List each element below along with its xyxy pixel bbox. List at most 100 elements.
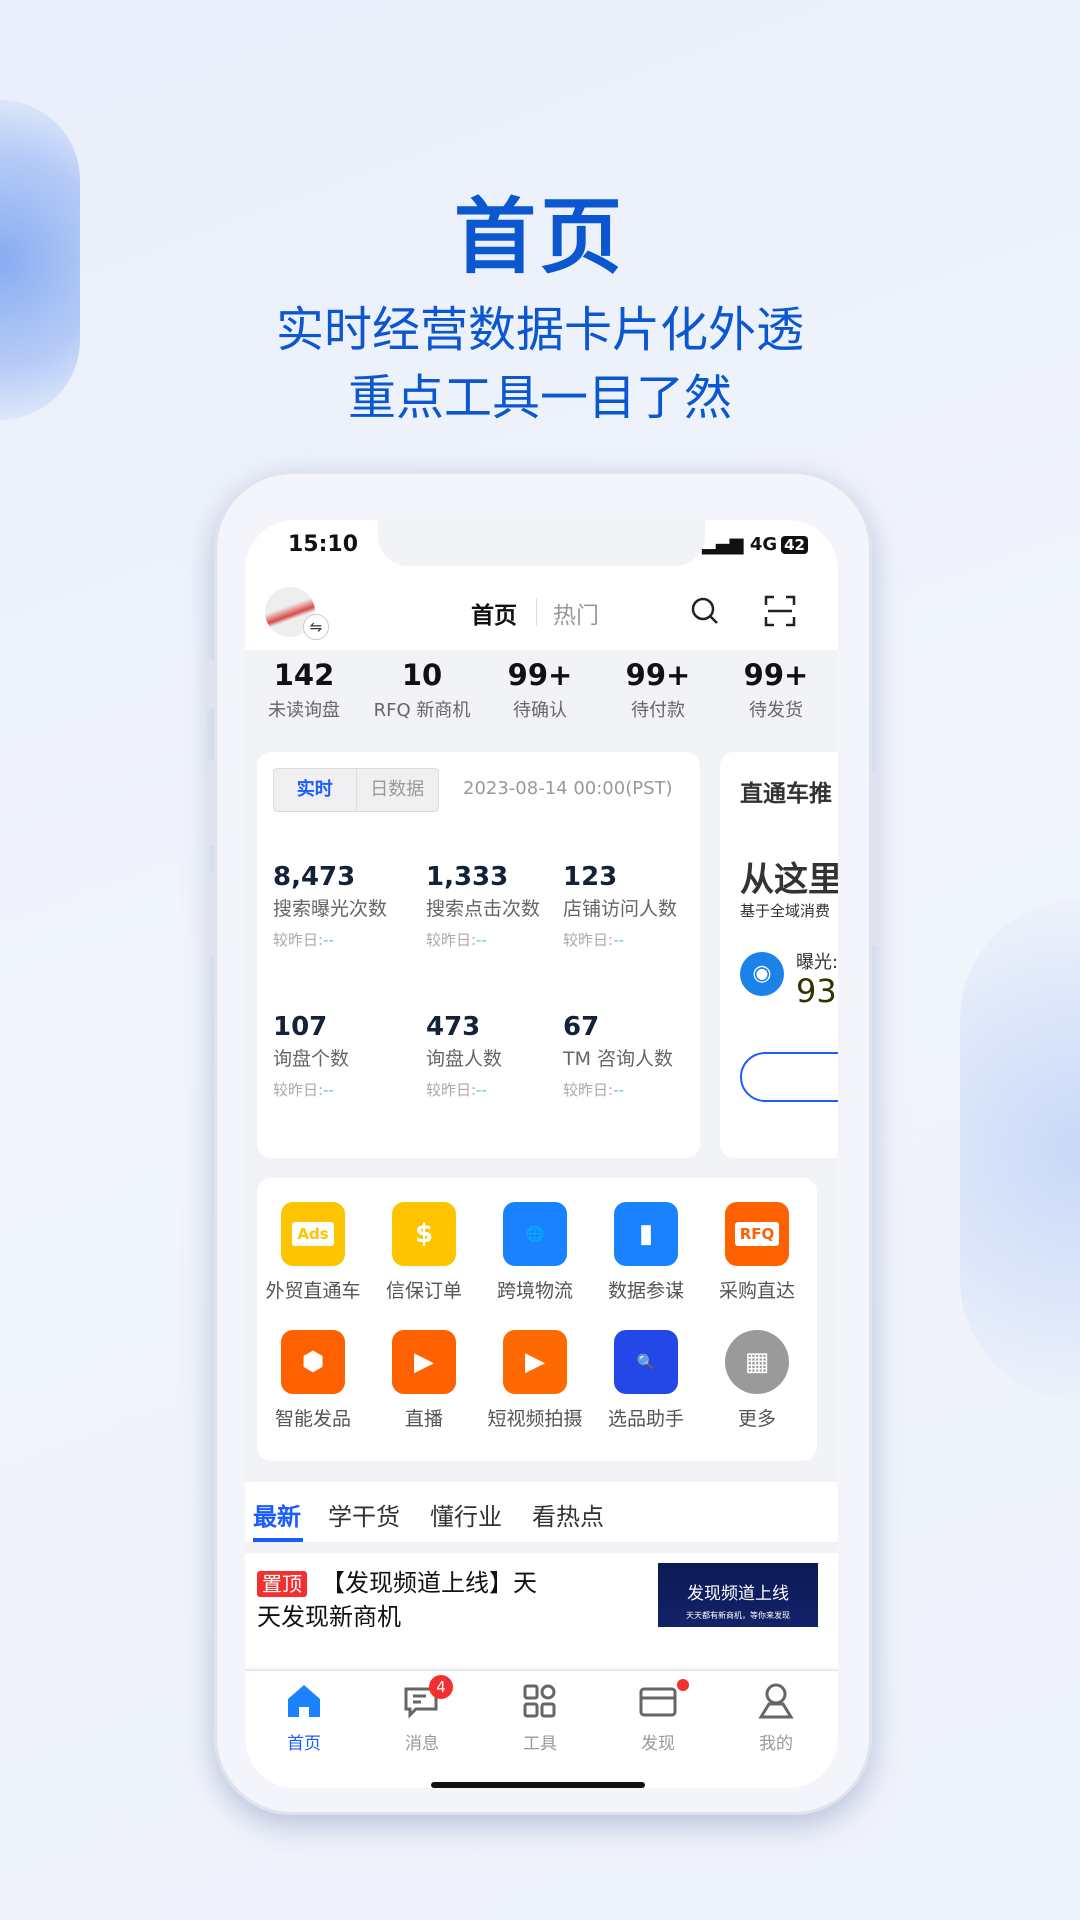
- battery-icon: 42: [781, 536, 808, 554]
- stat-unread-inquiries[interactable]: 142 未读询盘: [245, 650, 363, 742]
- metric-compare: 较昨日:--: [563, 1081, 624, 1099]
- home-icon: [288, 1685, 320, 1717]
- shopping-bag-search-icon: 🔍: [614, 1330, 678, 1394]
- metric-label: TM 咨询人数: [563, 1048, 674, 1070]
- divider: [536, 598, 537, 626]
- stat-rfq[interactable]: 10 RFQ 新商机: [363, 650, 481, 742]
- segment-realtime[interactable]: 实时: [274, 769, 357, 811]
- tool-label: 外贸直通车: [265, 1280, 361, 1302]
- metric-item[interactable]: 107 询盘个数较昨日:--: [273, 1012, 413, 1100]
- scan-icon[interactable]: [763, 594, 797, 628]
- promo-title: 首页: [453, 190, 626, 285]
- phone-side-button: [206, 872, 214, 958]
- article-thumbnail: 发现频道上线 天天都有新商机，等你来发现: [658, 1563, 818, 1627]
- ads-promo-card[interactable]: 直通车推 从这里 基于全域消费 ◉ 曝光: 93: [720, 752, 838, 1158]
- content-tab-learn[interactable]: 学干货: [328, 1497, 400, 1532]
- promo-card-headline: 从这里: [740, 860, 838, 900]
- article-item[interactable]: 置顶 【发现频道上线】天天发现新商机 发现频道上线 天天都有新商机，等你来发现: [245, 1553, 838, 1668]
- content-tabs: 最新 学干货 懂行业 看热点: [245, 1482, 838, 1543]
- exposure-label: 曝光:: [796, 952, 838, 973]
- search-icon[interactable]: [688, 594, 722, 628]
- tool-bar-chart[interactable]: ▮ 数据参谋: [590, 1202, 702, 1303]
- phone-screen: 15:10 ▂▄▆ 4G 42 ⇋ 首页 热门 142 未读询盘 10 RFQ 新商机…: [245, 520, 838, 1788]
- tool-cube[interactable]: ⬢ 智能发品: [257, 1330, 369, 1431]
- phone-side-button: [872, 772, 880, 946]
- metric-value: 8,473: [273, 862, 356, 892]
- nav-messages[interactable]: 4 消息: [363, 1675, 481, 1754]
- decor-blob: [960, 900, 1080, 1400]
- tool-rfq[interactable]: RFQ 采购直达: [701, 1202, 813, 1303]
- app-header: ⇋ 首页 热门: [245, 570, 838, 650]
- metric-label: 询盘个数: [273, 1048, 350, 1070]
- tool-globe-logistics[interactable]: 🌐 跨境物流: [479, 1202, 591, 1303]
- metric-value: 1,333: [426, 862, 509, 892]
- metric-item[interactable]: 67 TM 咨询人数较昨日:--: [563, 1012, 703, 1100]
- tool-shopping-bag-search[interactable]: 🔍 选品助手: [590, 1330, 702, 1431]
- metric-value: 107: [273, 1012, 328, 1042]
- metric-compare: 较昨日:--: [426, 1081, 487, 1099]
- switch-account-icon[interactable]: ⇋: [303, 614, 329, 640]
- stat-to-confirm[interactable]: 99+ 待确认: [481, 650, 599, 742]
- segment-control: 实时 日数据: [273, 768, 439, 812]
- metric-item[interactable]: 473 询盘人数 较昨日:--: [426, 1012, 566, 1100]
- metric-label: 询盘人数: [426, 1048, 503, 1070]
- metric-label: 搜索曝光次数: [273, 898, 388, 920]
- tool-live-tv[interactable]: ▶ 直播: [368, 1330, 480, 1431]
- cube-icon: ⬢: [281, 1330, 345, 1394]
- exposure-value: 93: [796, 972, 837, 1010]
- nav-me[interactable]: 我的: [717, 1681, 835, 1754]
- metric-compare: 较昨日:--: [273, 931, 334, 949]
- message-badge: 4: [429, 1675, 453, 1699]
- signal-icon: ▂▄▆: [702, 534, 744, 555]
- phone-side-button: [206, 760, 214, 846]
- tool-label: 采购直达: [718, 1280, 795, 1302]
- eye-icon: ◉: [740, 952, 784, 996]
- stat-to-ship[interactable]: 99+ 待发货: [717, 650, 835, 742]
- promo-subtitle-2: 重点工具一目了然: [347, 370, 732, 426]
- ads-icon: Ads: [281, 1202, 345, 1266]
- tool-label: 数据参谋: [607, 1280, 684, 1302]
- metric-item[interactable]: 8,473 搜索曝光次数较昨日:--: [273, 862, 413, 950]
- promo-card-body: 直通车推 从这里 基于全域消费 ◉ 曝光: 93: [720, 752, 838, 1158]
- metric-compare: 较昨日:--: [563, 931, 624, 949]
- tool-video-camera[interactable]: ▶ 短视频拍摄: [479, 1330, 591, 1431]
- tool-label: 信保订单: [385, 1280, 462, 1302]
- more-grid-icon: ▦: [725, 1330, 789, 1394]
- metric-value: 123: [563, 862, 618, 892]
- stat-to-pay[interactable]: 99+ 待付款: [599, 650, 717, 742]
- content-tab-trending[interactable]: 看热点: [532, 1497, 604, 1532]
- discover-dot: [677, 1679, 689, 1691]
- tool-label: 智能发品: [274, 1408, 351, 1430]
- metric-value: 67: [563, 1012, 600, 1042]
- tool-more-grid[interactable]: ▦ 更多: [701, 1330, 813, 1431]
- tab-hot[interactable]: 热门: [553, 596, 599, 630]
- content-tab-industry[interactable]: 懂行业: [430, 1497, 502, 1532]
- nav-discover[interactable]: 发现: [599, 1679, 717, 1754]
- metric-label: 搜索点击次数: [426, 898, 541, 920]
- promo-card-button[interactable]: [740, 1052, 838, 1102]
- tool-ads[interactable]: Ads 外贸直通车: [257, 1202, 369, 1303]
- discover-box-icon: [639, 1687, 677, 1717]
- tool-trade-assurance[interactable]: $ 信保订单: [368, 1202, 480, 1303]
- tool-label: 选品助手: [607, 1408, 684, 1430]
- metric-item[interactable]: 1,333 搜索点击次数 较昨日:--: [426, 862, 566, 950]
- stats-row: 142 未读询盘 10 RFQ 新商机 99+ 待确认 99+ 待付款 99+ 待发货: [245, 650, 838, 742]
- promo-subtitle-1: 实时经营数据卡片化外透: [275, 302, 804, 358]
- nav-tools[interactable]: 工具: [481, 1681, 599, 1754]
- data-card: 实时 日数据 2023-08-14 00:00(PST) 8,473 搜索曝光次数…: [257, 752, 700, 1158]
- segment-daily[interactable]: 日数据: [357, 769, 439, 811]
- status-time: 15:10: [288, 532, 359, 557]
- tab-home[interactable]: 首页: [471, 596, 517, 630]
- nav-home[interactable]: 首页: [245, 1681, 363, 1754]
- tools-grid: Ads 外贸直通车 $ 信保订单 🌐 跨境物流 ▮ 数据参谋 RFQ 采购直达 ⬢ 智能发品 ▶ 直播 ▶ 短…: [257, 1178, 817, 1461]
- rfq-icon: RFQ: [725, 1202, 789, 1266]
- pinned-badge: 置顶: [257, 1571, 307, 1597]
- content-tab-latest[interactable]: 最新: [253, 1497, 301, 1532]
- metric-compare: 较昨日:--: [273, 1081, 334, 1099]
- live-tv-icon: ▶: [392, 1330, 456, 1394]
- tool-label: 跨境物流: [496, 1280, 573, 1302]
- metric-item[interactable]: 123 店铺访问人数 较昨日:--: [563, 862, 703, 950]
- bottom-nav: 首页 4 消息 工具 发现 我的: [245, 1670, 838, 1788]
- promo-card-sub: 基于全域消费: [740, 902, 831, 920]
- status-network: ▂▄▆ 4G 42: [702, 534, 808, 555]
